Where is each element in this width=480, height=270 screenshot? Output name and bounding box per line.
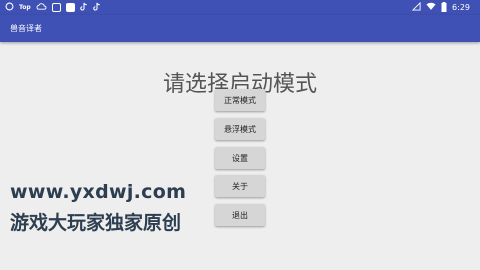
tiktok-icon [79,2,88,13]
cloud-icon [36,2,47,13]
top-app-label: Top [19,4,31,11]
normal-mode-button[interactable]: 正常模式 [215,89,265,111]
settings-button[interactable]: 设置 [215,147,265,169]
status-bar: Top 6:29 [0,0,480,15]
app-title: 兽音译者 [10,24,42,33]
tiktok-icon [92,2,101,13]
square-outline-icon [51,3,61,12]
app-bar: 兽音译者 [0,15,480,42]
exit-button[interactable]: 退出 [215,204,265,226]
circle-icon [5,2,14,13]
signal-triangle-icon [411,1,421,13]
floating-mode-button[interactable]: 悬浮模式 [215,118,265,140]
status-left: Top [0,2,101,13]
status-right: 6:29 [411,1,480,14]
watermark-text: 游戏大玩家独家原创 [10,212,182,234]
status-time: 6:29 [452,3,470,12]
square-filled-icon [65,3,75,12]
watermark-url: www.yxdwj.com [10,181,187,203]
battery-icon [441,1,447,14]
wifi-icon [426,2,436,13]
about-button[interactable]: 关于 [215,175,265,197]
